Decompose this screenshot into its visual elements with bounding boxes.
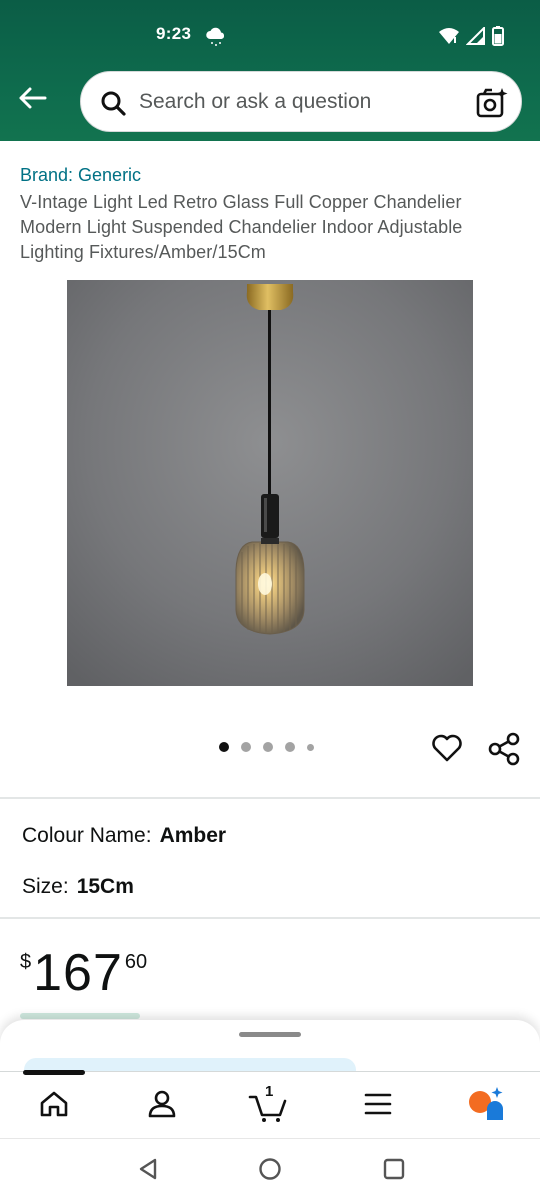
- nav-menu-button[interactable]: [358, 1088, 398, 1124]
- carousel-dot[interactable]: [219, 742, 229, 752]
- carousel-dot[interactable]: [285, 742, 295, 752]
- rufus-assistant-icon: [467, 1086, 505, 1126]
- wifi-icon: [438, 27, 460, 50]
- triangle-back-icon: [136, 1157, 160, 1186]
- section-divider: [0, 797, 540, 799]
- active-tab-indicator: [23, 1070, 85, 1075]
- status-icons: [438, 25, 504, 51]
- section-divider: [0, 917, 540, 919]
- square-recents-icon: [382, 1157, 406, 1186]
- product-title: V-Intage Light Led Retro Glass Full Copp…: [20, 192, 463, 262]
- price: $ 167 60: [20, 945, 147, 1001]
- system-back-button[interactable]: [134, 1157, 162, 1185]
- carousel-dot[interactable]: [241, 742, 251, 752]
- menu-icon: [363, 1092, 393, 1121]
- price-whole: 167: [33, 944, 123, 1002]
- share-icon[interactable]: [486, 731, 522, 767]
- colour-value: Amber: [159, 824, 227, 847]
- product-image[interactable]: [67, 280, 473, 686]
- nav-account-button[interactable]: [142, 1088, 182, 1124]
- wishlist-heart-icon[interactable]: [430, 731, 464, 765]
- colour-label: Colour Name:: [22, 824, 152, 847]
- circle-home-icon: [258, 1157, 282, 1186]
- app-header: 9:23 Search or ask a question: [0, 0, 540, 141]
- nav-cart-button[interactable]: 1: [248, 1083, 288, 1124]
- search-placeholder: Search or ask a question: [139, 90, 372, 113]
- system-home-button[interactable]: [256, 1157, 284, 1185]
- carousel-dot[interactable]: [307, 743, 314, 751]
- arrow-left-icon: [17, 86, 47, 115]
- system-navigation-bar: [0, 1138, 540, 1200]
- status-bar: 9:23: [0, 0, 540, 70]
- battery-icon: [492, 26, 504, 51]
- brand-link[interactable]: Brand: Generic: [20, 165, 141, 186]
- cloud-rain-icon: [204, 24, 228, 48]
- cart-count-badge: 1: [265, 1083, 274, 1100]
- cart-icon: 1: [248, 1083, 288, 1123]
- price-symbol: $: [20, 951, 32, 973]
- sheet-drag-handle[interactable]: [239, 1032, 301, 1037]
- size-selector[interactable]: Size: 15Cm: [22, 875, 134, 899]
- size-label: Size:: [22, 875, 69, 898]
- camera-search-icon[interactable]: [475, 86, 509, 120]
- deal-highlight-bar: [20, 1013, 140, 1019]
- carousel-dot[interactable]: [263, 742, 273, 752]
- home-icon: [39, 1090, 69, 1123]
- size-value: 15Cm: [76, 875, 134, 898]
- cell-signal-icon: [465, 25, 486, 50]
- nav-rufus-button[interactable]: [466, 1086, 506, 1126]
- colour-selector[interactable]: Colour Name: Amber: [22, 824, 226, 848]
- account-icon: [147, 1089, 177, 1124]
- back-button[interactable]: [12, 82, 52, 118]
- system-recents-button[interactable]: [380, 1157, 408, 1185]
- price-fraction: 60: [124, 951, 148, 973]
- search-input[interactable]: Search or ask a question: [80, 71, 522, 132]
- nav-home-button[interactable]: [34, 1088, 74, 1124]
- image-carousel-dots[interactable]: [219, 742, 314, 752]
- bottom-navigation: 1: [0, 1070, 540, 1138]
- status-time: 9:23: [156, 24, 192, 43]
- search-icon: [99, 89, 127, 117]
